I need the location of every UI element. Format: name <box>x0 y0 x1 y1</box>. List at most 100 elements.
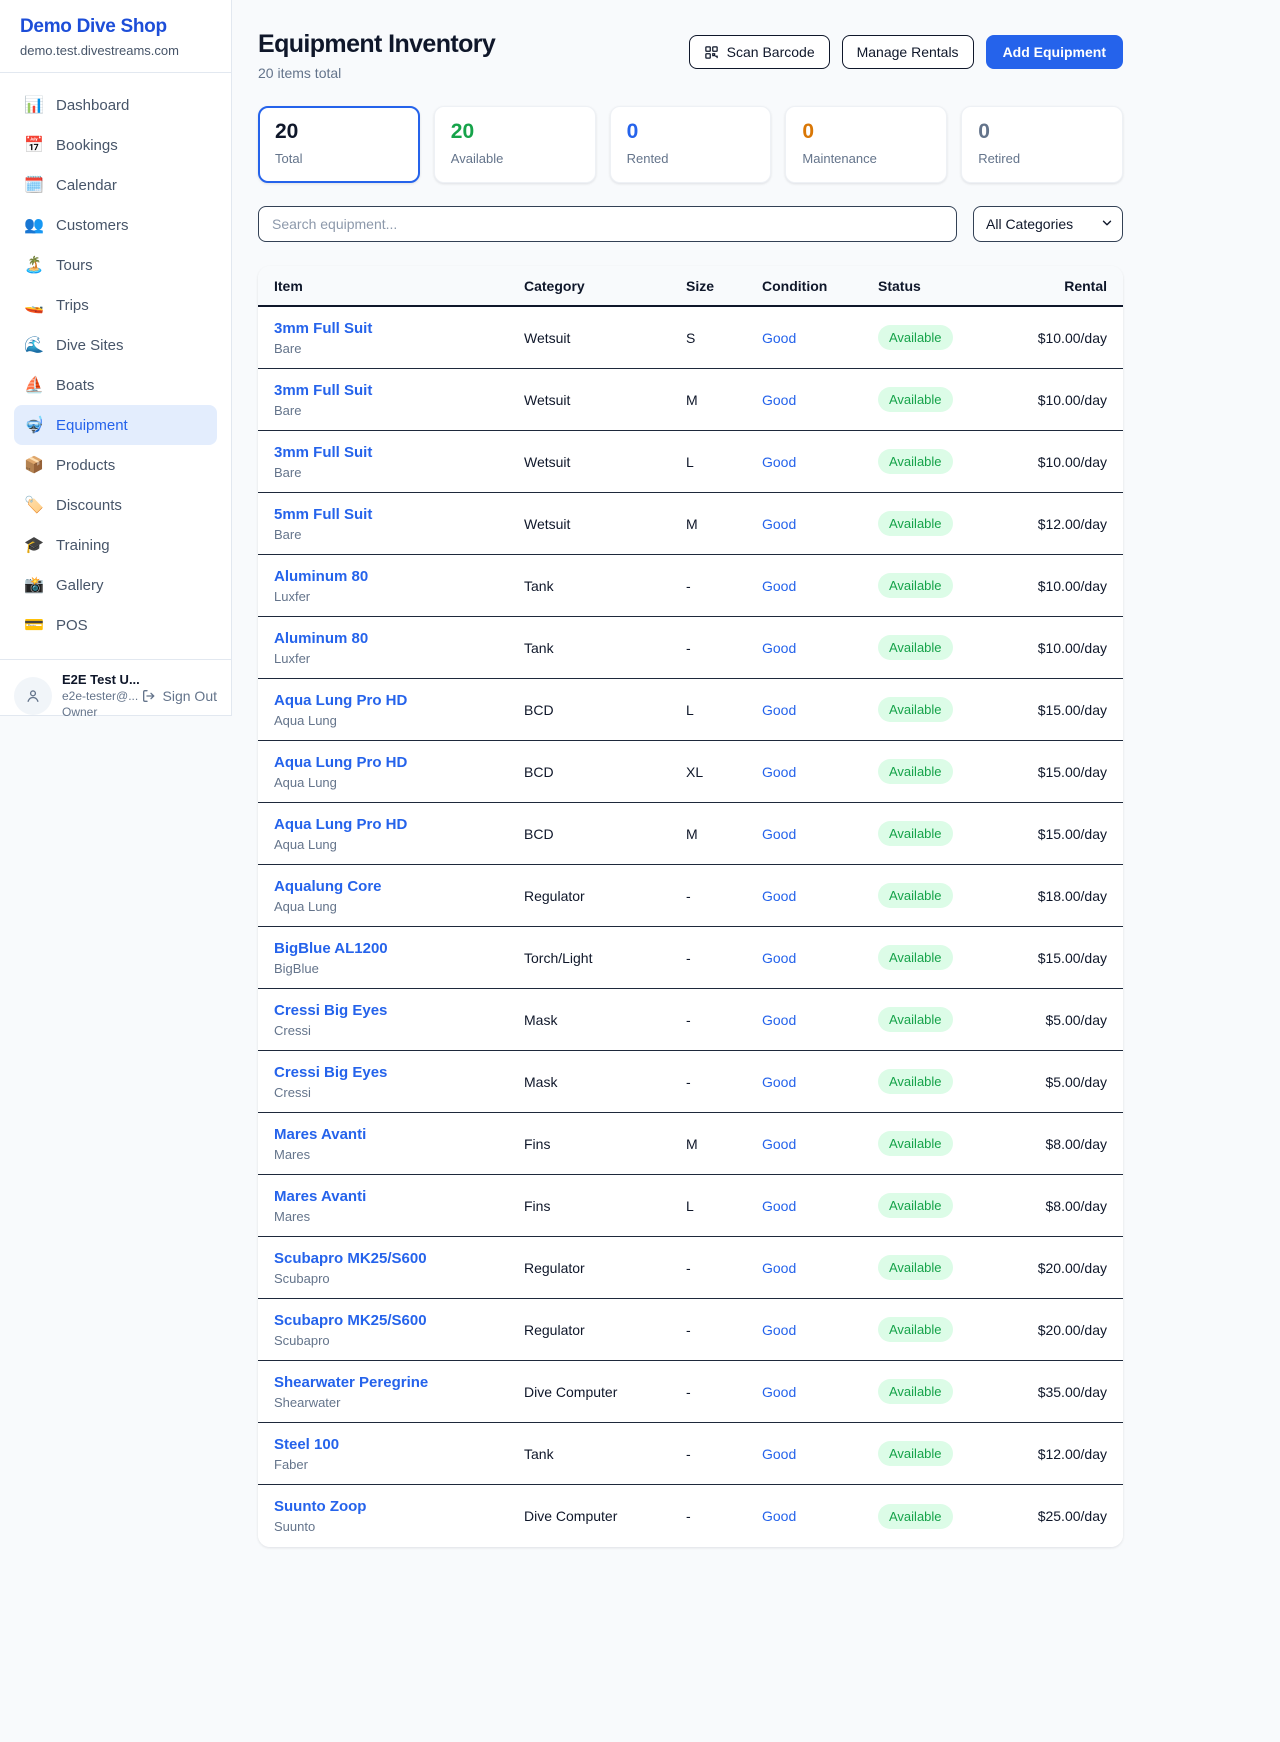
stat-card-rented[interactable]: 0 Rented <box>610 106 772 183</box>
item-name-link[interactable]: Mares Avanti <box>274 1188 524 1205</box>
table-row[interactable]: Aluminum 80 Luxfer Tank - Good Available… <box>258 555 1123 617</box>
condition-link[interactable]: Good <box>762 1384 878 1400</box>
sidebar-item-tours[interactable]: 🏝️ Tours <box>14 245 217 285</box>
condition-link[interactable]: Good <box>762 764 878 780</box>
item-brand: Bare <box>274 341 524 356</box>
sign-out-button[interactable]: Sign Out <box>141 688 217 704</box>
stat-card-retired[interactable]: 0 Retired <box>961 106 1123 183</box>
sidebar-item-customers[interactable]: 👥 Customers <box>14 205 217 245</box>
item-name-link[interactable]: Aluminum 80 <box>274 568 524 585</box>
item-name-link[interactable]: 5mm Full Suit <box>274 506 524 523</box>
condition-link[interactable]: Good <box>762 640 878 656</box>
condition-link[interactable]: Good <box>762 1012 878 1028</box>
item-name-link[interactable]: Aqua Lung Pro HD <box>274 816 524 833</box>
table-row[interactable]: Suunto Zoop Suunto Dive Computer - Good … <box>258 1485 1123 1547</box>
item-name-link[interactable]: Suunto Zoop <box>274 1498 524 1515</box>
sidebar-item-label: Bookings <box>56 137 118 154</box>
condition-link[interactable]: Good <box>762 1136 878 1152</box>
table-row[interactable]: Mares Avanti Mares Fins L Good Available… <box>258 1175 1123 1237</box>
item-name-link[interactable]: Scubapro MK25/S600 <box>274 1312 524 1329</box>
sidebar-item-boats[interactable]: ⛵ Boats <box>14 365 217 405</box>
item-name-link[interactable]: Cressi Big Eyes <box>274 1002 524 1019</box>
sidebar-item-dive-sites[interactable]: 🌊 Dive Sites <box>14 325 217 365</box>
table-row[interactable]: Aluminum 80 Luxfer Tank - Good Available… <box>258 617 1123 679</box>
table-row[interactable]: Cressi Big Eyes Cressi Mask - Good Avail… <box>258 1051 1123 1113</box>
condition-link[interactable]: Good <box>762 1322 878 1338</box>
sidebar-item-dashboard[interactable]: 📊 Dashboard <box>14 85 217 125</box>
condition-link[interactable]: Good <box>762 826 878 842</box>
item-name-link[interactable]: 3mm Full Suit <box>274 444 524 461</box>
status-cell: Available <box>878 573 1028 598</box>
table-row[interactable]: Aqua Lung Pro HD Aqua Lung BCD XL Good A… <box>258 741 1123 803</box>
sidebar-item-calendar[interactable]: 🗓️ Calendar <box>14 165 217 205</box>
item-name-link[interactable]: 3mm Full Suit <box>274 382 524 399</box>
sidebar-item-bookings[interactable]: 📅 Bookings <box>14 125 217 165</box>
sidebar-item-equipment[interactable]: 🤿 Equipment <box>14 405 217 445</box>
brand-name[interactable]: Demo Dive Shop <box>20 16 211 38</box>
item-name-link[interactable]: 3mm Full Suit <box>274 320 524 337</box>
sidebar-item-training[interactable]: 🎓 Training <box>14 525 217 565</box>
stat-label: Retired <box>978 151 1106 166</box>
sidebar-item-discounts[interactable]: 🏷️ Discounts <box>14 485 217 525</box>
condition-link[interactable]: Good <box>762 702 878 718</box>
table-row[interactable]: 5mm Full Suit Bare Wetsuit M Good Availa… <box>258 493 1123 555</box>
sidebar-item-trips[interactable]: 🚤 Trips <box>14 285 217 325</box>
table-row[interactable]: Steel 100 Faber Tank - Good Available $1… <box>258 1423 1123 1485</box>
item-name-link[interactable]: BigBlue AL1200 <box>274 940 524 957</box>
item-name-link[interactable]: Aqualung Core <box>274 878 524 895</box>
condition-link[interactable]: Good <box>762 516 878 532</box>
table-row[interactable]: Cressi Big Eyes Cressi Mask - Good Avail… <box>258 989 1123 1051</box>
item-name-link[interactable]: Aluminum 80 <box>274 630 524 647</box>
item-name-link[interactable]: Aqua Lung Pro HD <box>274 754 524 771</box>
condition-link[interactable]: Good <box>762 1074 878 1090</box>
condition-link[interactable]: Good <box>762 1508 878 1524</box>
item-name-link[interactable]: Mares Avanti <box>274 1126 524 1143</box>
table-row[interactable]: Scubapro MK25/S600 Scubapro Regulator - … <box>258 1237 1123 1299</box>
add-equipment-button[interactable]: Add Equipment <box>986 35 1123 69</box>
category-select[interactable]: All Categories <box>973 206 1123 242</box>
table-row[interactable]: Scubapro MK25/S600 Scubapro Regulator - … <box>258 1299 1123 1361</box>
status-badge: Available <box>878 697 953 722</box>
item-brand: Shearwater <box>274 1395 524 1410</box>
table-row[interactable]: 3mm Full Suit Bare Wetsuit M Good Availa… <box>258 369 1123 431</box>
table-row[interactable]: Shearwater Peregrine Shearwater Dive Com… <box>258 1361 1123 1423</box>
status-cell: Available <box>878 1069 1028 1094</box>
sidebar-item-pos[interactable]: 💳 POS <box>14 605 217 645</box>
stat-card-total[interactable]: 20 Total <box>258 106 420 183</box>
condition-link[interactable]: Good <box>762 1446 878 1462</box>
table-row[interactable]: Aqualung Core Aqua Lung Regulator - Good… <box>258 865 1123 927</box>
item-brand: Aqua Lung <box>274 775 524 790</box>
sign-out-label: Sign Out <box>163 688 217 704</box>
search-input[interactable] <box>258 206 957 242</box>
sign-out-icon <box>141 688 157 704</box>
sidebar-item-products[interactable]: 📦 Products <box>14 445 217 485</box>
condition-link[interactable]: Good <box>762 1260 878 1276</box>
table-row[interactable]: 3mm Full Suit Bare Wetsuit S Good Availa… <box>258 307 1123 369</box>
rental-cell: $35.00/day <box>1028 1384 1107 1400</box>
category-cell: Fins <box>524 1136 686 1152</box>
condition-link[interactable]: Good <box>762 392 878 408</box>
item-name-link[interactable]: Shearwater Peregrine <box>274 1374 524 1391</box>
table-row[interactable]: Mares Avanti Mares Fins M Good Available… <box>258 1113 1123 1175</box>
item-name-link[interactable]: Scubapro MK25/S600 <box>274 1250 524 1267</box>
condition-link[interactable]: Good <box>762 1198 878 1214</box>
item-name-link[interactable]: Aqua Lung Pro HD <box>274 692 524 709</box>
table-row[interactable]: 3mm Full Suit Bare Wetsuit L Good Availa… <box>258 431 1123 493</box>
rental-cell: $10.00/day <box>1028 454 1107 470</box>
table-row[interactable]: Aqua Lung Pro HD Aqua Lung BCD M Good Av… <box>258 803 1123 865</box>
item-name-link[interactable]: Cressi Big Eyes <box>274 1064 524 1081</box>
condition-link[interactable]: Good <box>762 578 878 594</box>
stat-card-maintenance[interactable]: 0 Maintenance <box>785 106 947 183</box>
bookings-icon: 📅 <box>24 135 44 155</box>
condition-link[interactable]: Good <box>762 888 878 904</box>
stat-card-available[interactable]: 20 Available <box>434 106 596 183</box>
sidebar-item-gallery[interactable]: 📸 Gallery <box>14 565 217 605</box>
condition-link[interactable]: Good <box>762 950 878 966</box>
manage-rentals-button[interactable]: Manage Rentals <box>842 35 974 69</box>
item-name-link[interactable]: Steel 100 <box>274 1436 524 1453</box>
condition-link[interactable]: Good <box>762 454 878 470</box>
scan-barcode-button[interactable]: Scan Barcode <box>689 35 830 69</box>
condition-link[interactable]: Good <box>762 330 878 346</box>
table-row[interactable]: Aqua Lung Pro HD Aqua Lung BCD L Good Av… <box>258 679 1123 741</box>
table-row[interactable]: BigBlue AL1200 BigBlue Torch/Light - Goo… <box>258 927 1123 989</box>
